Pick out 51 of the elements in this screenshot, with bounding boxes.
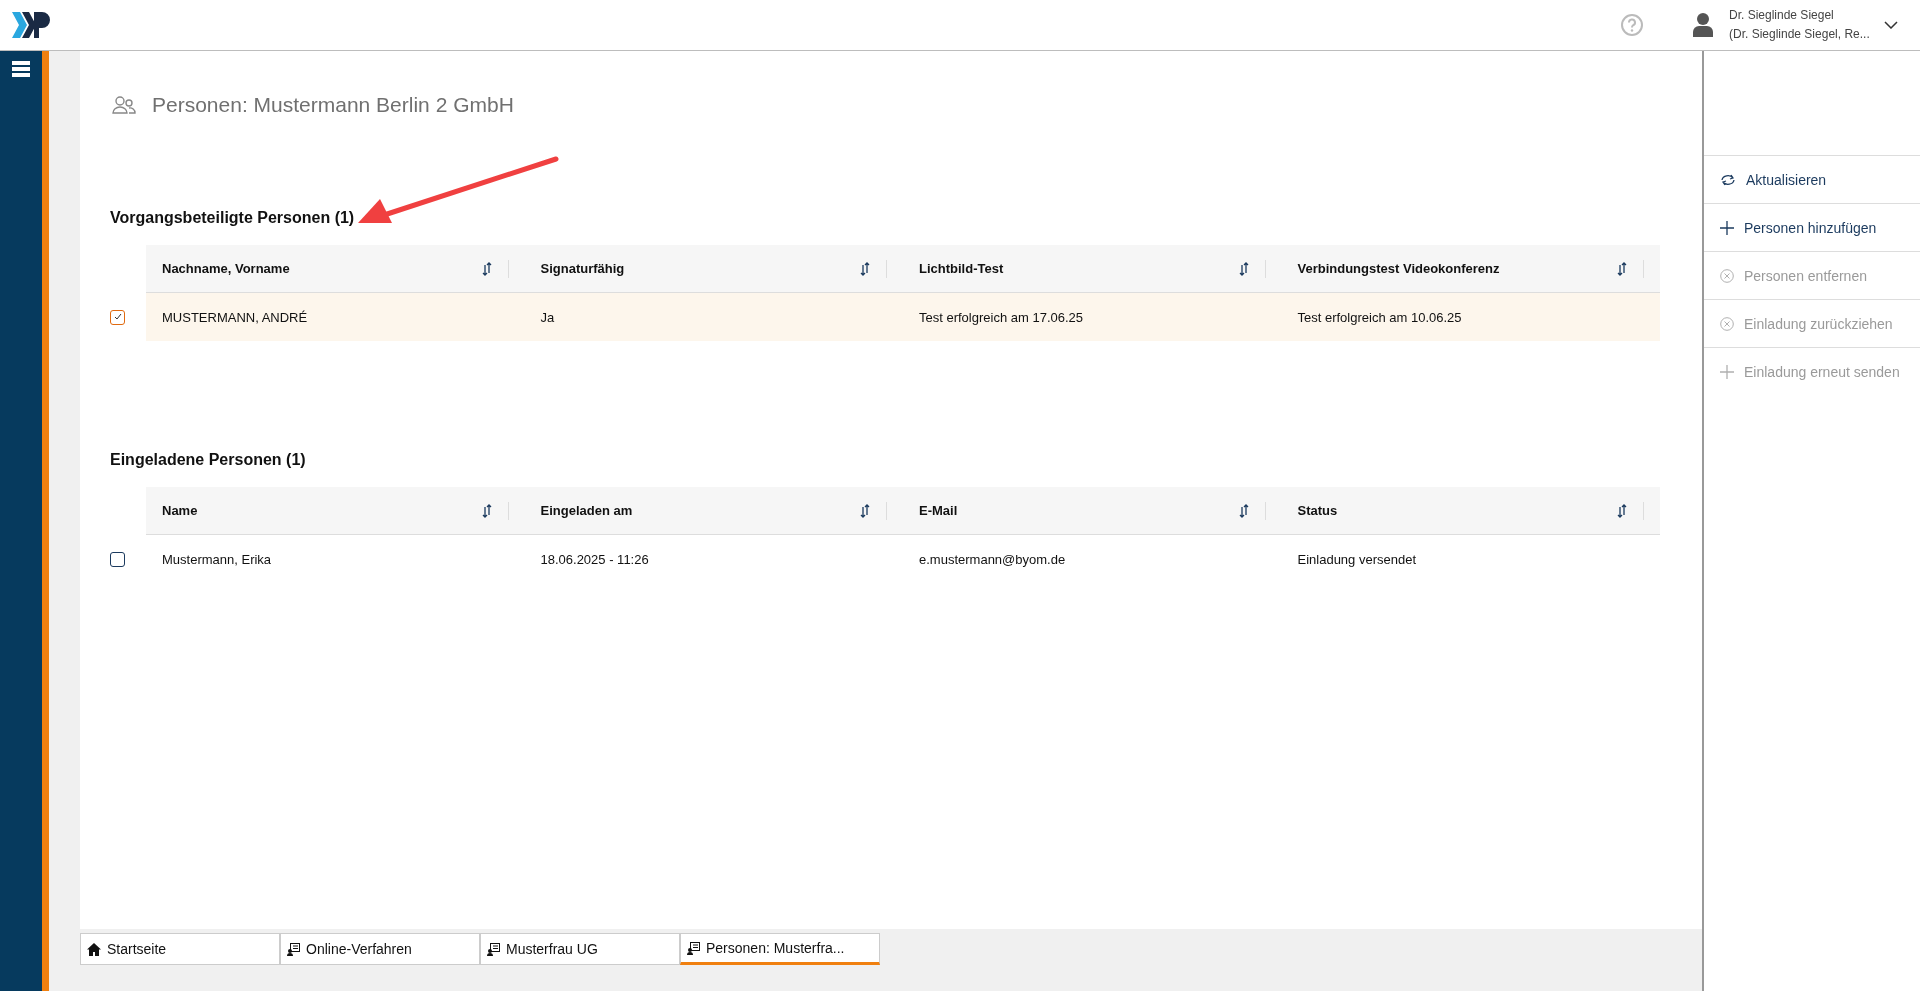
section-heading: Eingeladene Personen (1) (110, 451, 306, 469)
chevron-down-icon[interactable] (1884, 21, 1898, 29)
tab[interactable]: Musterfrau UG (480, 933, 680, 965)
sort-icon[interactable] (1238, 502, 1249, 519)
tab[interactable]: Startseite (80, 933, 280, 965)
document-person-icon (687, 941, 700, 955)
home-icon (87, 942, 101, 956)
tab[interactable]: Online-Verfahren (280, 933, 480, 965)
sort-icon[interactable] (481, 260, 492, 277)
row-checkbox[interactable] (110, 309, 125, 325)
close-circle-icon (1720, 316, 1734, 331)
logo-icon[interactable] (12, 12, 50, 38)
column-header[interactable]: E-Mail (919, 503, 1239, 518)
table-cell-text: e.mustermann@byom.de (918, 551, 1067, 567)
table-cell-text: Ja (539, 309, 556, 325)
user-role: (Dr. Sieglinde Siegel, Re... (1729, 26, 1871, 43)
column-header[interactable]: Name (162, 503, 482, 518)
column-header[interactable]: Verbindungstest Videokonferenz (1297, 261, 1617, 276)
sort-icon[interactable] (860, 502, 870, 519)
column-header[interactable]: Nachname, Vorname (162, 261, 482, 276)
column-header[interactable]: Eingeladen am (540, 503, 860, 518)
sort-icon[interactable] (481, 502, 492, 519)
refresh-icon (1720, 172, 1736, 187)
table-cell-text: Mustermann, Erika (161, 551, 273, 567)
sort-icon[interactable] (860, 260, 870, 277)
checkmark-icon (113, 313, 122, 321)
user-name: Dr. Sieglinde Siegel (1729, 7, 1835, 24)
table-cell-text: Einladung versendet (1296, 551, 1418, 567)
table-cell-text: MUSTERMANN, ANDRÉ (161, 309, 309, 325)
document-person-icon (287, 942, 300, 956)
table-cell-text: Test erfolgreich am 17.06.25 (918, 309, 1085, 325)
document-person-icon (487, 942, 500, 956)
table-cell-text: 18.06.2025 - 11:26 (539, 551, 650, 567)
sort-icon[interactable] (1617, 502, 1627, 519)
column-header[interactable]: Status (1297, 503, 1617, 518)
user-avatar-icon (1693, 13, 1713, 37)
page-title: Personen: Mustermann Berlin 2 GmbH (152, 93, 514, 117)
sort-icon[interactable] (1617, 260, 1627, 277)
section-heading: Vorgangsbeteiligte Personen (1) (110, 209, 355, 227)
plus-icon (1720, 364, 1734, 379)
menu-icon[interactable] (12, 61, 30, 77)
tab[interactable]: Personen: Musterfra... (680, 933, 880, 965)
people-icon (112, 96, 136, 114)
plus-icon (1720, 220, 1734, 235)
close-circle-icon (1720, 268, 1734, 283)
sort-icon[interactable] (1238, 260, 1249, 277)
row-checkbox[interactable] (110, 551, 125, 567)
column-header[interactable]: Signaturfähig (540, 261, 860, 276)
table-cell-text: Test erfolgreich am 10.06.25 (1296, 309, 1463, 325)
column-header[interactable]: Lichtbild-Test (919, 261, 1239, 276)
table-row[interactable]: MUSTERMANN, ANDRÉ Ja Test erfolgreich am 17.06.25 Test erfolgreich am 10.06.25 (146, 293, 1660, 341)
